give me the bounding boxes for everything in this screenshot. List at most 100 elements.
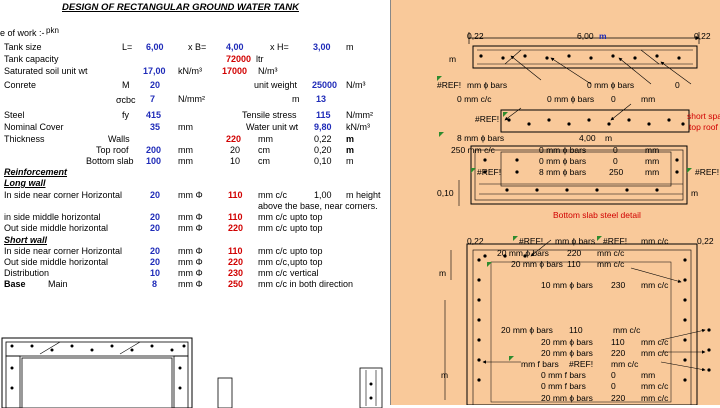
walls-label: Walls bbox=[108, 134, 130, 144]
bottom-slab-caption: Bottom slab steel detail bbox=[553, 210, 641, 220]
v-bars-2d: mm bbox=[645, 145, 660, 155]
bottom-dim: 0,10 bbox=[437, 188, 454, 198]
base-spacing-unit: mm c/c in both direction bbox=[258, 279, 354, 289]
bottom-slab-label: Bottom slab bbox=[86, 156, 134, 166]
plan-q7: 20 mm ɸ bars bbox=[541, 393, 593, 403]
ref-2: #REF! bbox=[475, 114, 500, 124]
sw-row-2-unit: mm Φ bbox=[178, 257, 203, 267]
reinforcement-heading: Reinforcement bbox=[4, 167, 68, 177]
fy-label: fy bbox=[122, 110, 130, 120]
lw-row-1-label: In side near corner Horizontal bbox=[4, 190, 123, 200]
plan-q1: 20 mm ɸ bars bbox=[501, 325, 553, 335]
walls-value: 220 bbox=[226, 134, 242, 144]
sw-row-3-spacing: 230 bbox=[228, 268, 244, 278]
thickness-label: Thickness bbox=[4, 134, 45, 144]
bottom-slab-m-unit: m bbox=[346, 156, 354, 166]
base-dia: 8 bbox=[152, 279, 158, 289]
steel-label: Steel bbox=[4, 110, 25, 120]
capacity-unit: ltr bbox=[256, 54, 264, 64]
sw-row-3-label: Distribution bbox=[4, 268, 50, 278]
cover-unit: mm bbox=[178, 122, 193, 132]
walls-unit: mm bbox=[258, 134, 273, 144]
sw-row-2-spacing: 220 bbox=[228, 257, 244, 267]
grade-value[interactable]: 20 bbox=[150, 80, 160, 91]
plan-row-3: 20 mm ɸ bars bbox=[511, 259, 563, 269]
bottom-slab-cm-unit: cm bbox=[258, 156, 270, 166]
l-label: L= bbox=[122, 42, 133, 52]
ref-4: #REF! bbox=[695, 167, 720, 177]
sw-row-2-label: Out side middle horizontal bbox=[4, 257, 109, 267]
water-unit-wt-label: Water unit wt bbox=[246, 122, 299, 132]
plan-q3c: mm c/c bbox=[641, 348, 669, 358]
soil-unit-2: N/m³ bbox=[258, 66, 278, 76]
cover-value[interactable]: 35 bbox=[150, 122, 160, 133]
lw-row-2-unit: mm Φ bbox=[178, 212, 203, 222]
roof-bars-1: mm ɸ bars bbox=[467, 80, 508, 90]
plan-q3b: 220 bbox=[611, 348, 626, 358]
v-bars-3b: 0 bbox=[613, 156, 618, 166]
walls-m-value: 0,22 bbox=[314, 134, 332, 144]
soil-label: Saturated soil unit wt bbox=[4, 66, 88, 76]
v-bars-1b: 4,00 bbox=[579, 133, 596, 143]
unit-weight-label: unit weight bbox=[254, 80, 298, 90]
unit-weight-value[interactable]: 25000 bbox=[312, 80, 337, 91]
bottom-slab-m: 0,10 bbox=[314, 156, 332, 166]
lw-row-1-dia: 20 bbox=[150, 190, 161, 200]
h-value[interactable]: 3,00 bbox=[313, 42, 331, 53]
lw-row-1-spacing-unit: mm c/c bbox=[258, 190, 287, 200]
sw-row-3-spacing-unit: mm c/c bbox=[258, 268, 287, 278]
v-bars-4b: 250 bbox=[609, 167, 624, 177]
lw-row-3-spacing: 220 bbox=[228, 223, 244, 233]
sw-row-2-spacing-unit: mm c/c, bbox=[258, 257, 290, 267]
base-unit: mm Φ bbox=[178, 279, 203, 289]
ref-3: #REF! bbox=[477, 167, 502, 177]
v-bars-4c: mm bbox=[645, 167, 660, 177]
plan-q1b: 110 bbox=[569, 325, 583, 335]
top-roof-value[interactable]: 200 bbox=[146, 145, 161, 156]
h-unit: m bbox=[346, 42, 354, 52]
reinforcement-drawings: 0,22 6,00 m 0,22 m #REF! mm ɸ bars 0 mm … bbox=[390, 0, 720, 405]
roof-bars-2: 0 mm ɸ bars bbox=[547, 94, 595, 104]
capacity-label: Tank capacity bbox=[4, 54, 59, 64]
plan-q6: 0 mm f bars bbox=[541, 381, 586, 391]
bottom-m: m bbox=[691, 188, 699, 198]
roof-bars-2b: 0 bbox=[611, 94, 616, 104]
v-bars-2b: 0 mm ɸ bars bbox=[539, 145, 587, 155]
lw-row-2-extra: upto top bbox=[290, 212, 323, 222]
plan-dim-left: 0,22 bbox=[467, 236, 484, 246]
plan-row-2b: 220 bbox=[567, 248, 582, 258]
modular-ratio-value: 13 bbox=[316, 94, 327, 104]
tensile-stress-label: Tensile stress bbox=[242, 110, 297, 120]
soil-value-2: 17000 bbox=[222, 66, 248, 76]
top-roof-m: 0,20 bbox=[314, 145, 332, 155]
l-value[interactable]: 6,00 bbox=[146, 42, 164, 53]
lw-row-1-note: above the base, near corners. bbox=[258, 201, 378, 211]
lw-row-1-spacing: 110 bbox=[228, 190, 243, 200]
page-title: DESIGN OF RECTANGULAR GROUND WATER TANK bbox=[62, 2, 299, 13]
plan-ref-1: #REF! bbox=[519, 236, 544, 246]
sw-row-1-spacing-unit: mm c/c bbox=[258, 246, 287, 256]
calculation-sheet: DESIGN OF RECTANGULAR GROUND WATER TANK … bbox=[0, 0, 390, 408]
tensile-stress-value[interactable]: 115 bbox=[316, 110, 331, 121]
plan-q2c: mm c/c bbox=[641, 337, 669, 347]
plan-bars: mm ɸ bars bbox=[555, 236, 596, 246]
plan-dim-right: 0,22 bbox=[697, 236, 714, 246]
tank-size-label: Tank size bbox=[4, 42, 42, 52]
plan-row-3b: 110 bbox=[567, 259, 581, 269]
plan-q1c: mm c/c bbox=[613, 325, 641, 335]
nature-of-work-label: e of work :- bbox=[0, 28, 45, 38]
grade-label: M bbox=[122, 80, 130, 90]
b-value[interactable]: 4,00 bbox=[226, 42, 244, 53]
top-dim-mid: 6,00 bbox=[577, 31, 594, 41]
plan-q4: mm f bars bbox=[521, 359, 559, 369]
bottom-slab-value[interactable]: 100 bbox=[146, 156, 161, 167]
cbc-value[interactable]: 7 bbox=[150, 94, 155, 105]
soil-value[interactable]: 17,00 bbox=[143, 66, 166, 77]
sw-row-3-unit: mm Φ bbox=[178, 268, 203, 278]
roof-m-label: m bbox=[449, 54, 457, 64]
water-unit-wt-value[interactable]: 9,80 bbox=[314, 122, 332, 133]
sw-row-3-dia: 10 bbox=[150, 268, 161, 278]
fy-value[interactable]: 415 bbox=[146, 110, 161, 121]
short-span-label: short spa bbox=[687, 111, 720, 121]
h-label: x H= bbox=[270, 42, 289, 52]
